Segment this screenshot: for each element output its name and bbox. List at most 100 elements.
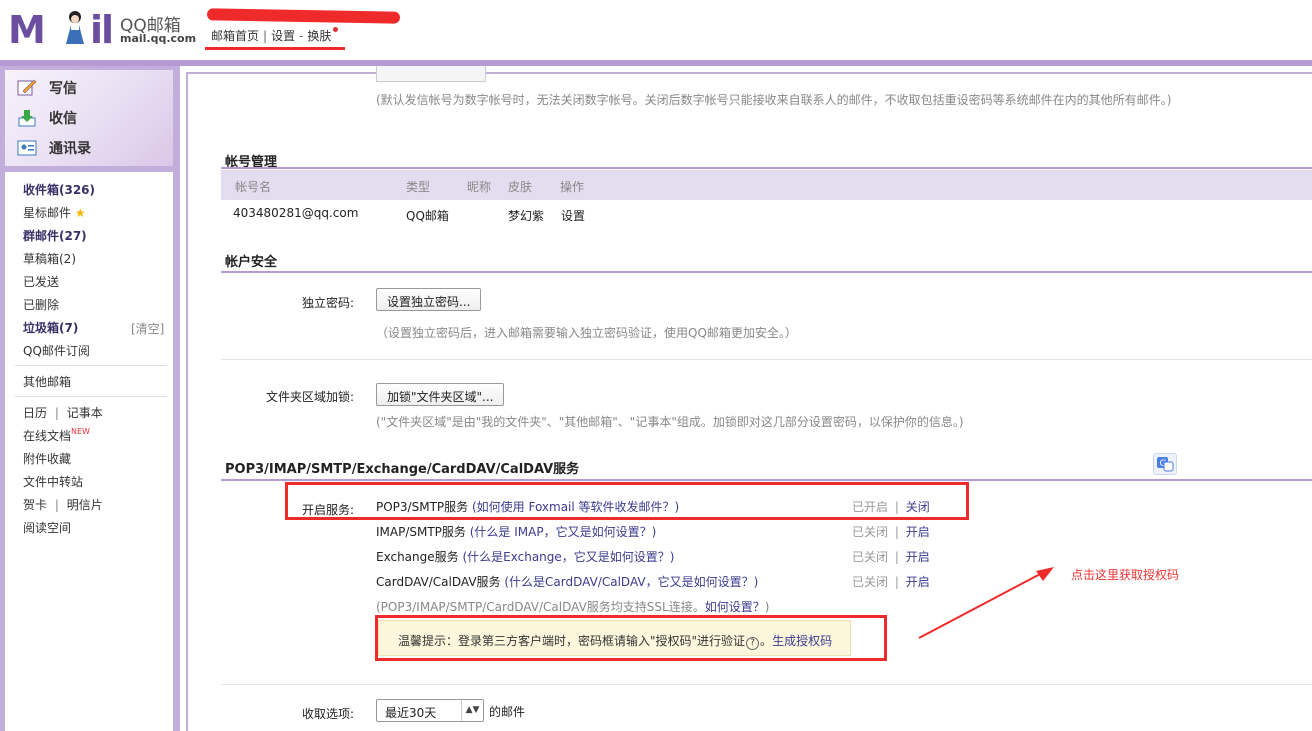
- services-section-title: POP3/IMAP/SMTP/Exchange/CardDAV/CalDAV服务: [225, 462, 580, 477]
- contacts-button[interactable]: 通讯录: [17, 138, 91, 162]
- state-text: 已关闭: [852, 575, 889, 589]
- service-name: IMAP/SMTP服务: [376, 525, 466, 539]
- top-links: 邮箱首页 | 设置 - 换肤: [211, 27, 339, 44]
- state-text: 已关闭: [852, 525, 889, 539]
- separator: |: [263, 29, 268, 43]
- receive-label: 收信: [49, 111, 77, 127]
- folder-lock-label: 文件夹区域加锁:: [265, 390, 354, 404]
- contacts-label: 通讯录: [49, 141, 91, 157]
- sidebar-item-reading[interactable]: 阅读空间: [23, 519, 71, 536]
- sidebar-item-calendar[interactable]: 日历: [23, 406, 47, 420]
- receive-button[interactable]: 收信: [17, 108, 77, 132]
- open-exchange-button[interactable]: 开启: [906, 550, 930, 564]
- service-carddav-caldav: CardDAV/CalDAV服务 (什么是CardDAV/CalDAV，它又是如…: [376, 573, 758, 590]
- logo-url: mail.qq.com: [120, 32, 197, 45]
- separator: -: [299, 29, 304, 43]
- logo-girl-icon: [66, 11, 84, 44]
- sidebar-item-label: 在线文档: [23, 429, 72, 443]
- service-help-link[interactable]: (什么是 IMAP，它又是如何设置？): [470, 525, 657, 539]
- state-text: 已关闭: [852, 550, 889, 564]
- notification-dot: [333, 27, 339, 32]
- sidebar-item-postcards[interactable]: 明信片: [67, 498, 103, 512]
- account-settings-link[interactable]: 设置: [561, 207, 585, 224]
- col-action: 操作: [560, 180, 585, 194]
- section-divider: [221, 479, 1312, 481]
- home-link[interactable]: 邮箱首页: [211, 29, 259, 43]
- password-label: 独立密码:: [301, 296, 354, 310]
- open-imap-button[interactable]: 开启: [906, 525, 930, 539]
- sidebar-item-notes[interactable]: 记事本: [67, 406, 103, 420]
- settings-link[interactable]: 设置: [271, 29, 295, 43]
- section-divider: [221, 167, 1312, 169]
- divider: [15, 396, 167, 397]
- header: M il QQ邮箱 mail.qq.com 邮箱首页 | 设置 - 换肤: [0, 0, 1312, 66]
- compose-label: 写信: [49, 81, 77, 97]
- ssl-help-link[interactable]: 如何设置？: [705, 600, 765, 614]
- sidebar-item-starred[interactable]: 星标邮件 ★: [23, 204, 86, 221]
- service-imap-smtp: IMAP/SMTP服务 (什么是 IMAP，它又是如何设置？): [376, 523, 656, 540]
- select-arrows-icon: ▲▼: [461, 700, 483, 721]
- service-name: Exchange服务: [376, 550, 459, 564]
- partial-button[interactable]: [376, 66, 486, 82]
- receive-range-select[interactable]: 最近30天 ▲▼: [376, 699, 484, 722]
- translate-icon[interactable]: G: [1153, 453, 1177, 475]
- sidebar: 写信 收信 通讯录 收件箱(326) 星标邮件 ★ 群邮件(27) 草稿箱(2)…: [0, 66, 180, 731]
- row-divider: [221, 684, 1312, 685]
- sidebar-item-label: 星标邮件: [23, 206, 72, 220]
- sidebar-item-inbox[interactable]: 收件箱(326): [23, 181, 95, 198]
- compose-icon: [17, 79, 37, 96]
- sidebar-item-greeting-cards[interactable]: 贺卡: [23, 498, 47, 512]
- password-note: （设置独立密码后，进入邮箱需要输入独立密码验证，使用QQ邮箱更加安全。）: [376, 326, 797, 340]
- sidebar-item-attachments[interactable]: 附件收藏: [23, 450, 71, 467]
- account-type: QQ邮箱: [406, 209, 449, 223]
- service-exchange: Exchange服务 (什么是Exchange，它又是如何设置？): [376, 548, 674, 565]
- separator: |: [894, 550, 899, 564]
- separator: |: [54, 406, 59, 420]
- sidebar-actions: 写信 收信 通讯录: [5, 70, 173, 166]
- folder-list: 收件箱(326) 星标邮件 ★ 群邮件(27) 草稿箱(2) 已发送 已删除 垃…: [5, 172, 173, 731]
- service-exchange-state: 已关闭 | 开启: [852, 548, 930, 565]
- star-icon: ★: [74, 206, 86, 220]
- sidebar-item-drafts[interactable]: 草稿箱(2): [23, 250, 76, 267]
- sidebar-item-file-transfer[interactable]: 文件中转站: [23, 473, 83, 490]
- receive-range-value: 最近30天: [385, 706, 437, 720]
- underline-mark: [205, 47, 345, 50]
- clear-spam-link[interactable]: [清空]: [131, 320, 164, 337]
- folder-lock-button[interactable]: 加锁"文件夹区域"...: [376, 383, 505, 406]
- sidebar-item-group[interactable]: 群邮件(27): [23, 227, 87, 244]
- separator: |: [54, 498, 59, 512]
- receive-label: 收取选项:: [301, 707, 354, 721]
- redaction-mark: [206, 8, 401, 24]
- divider: [15, 365, 167, 366]
- sidebar-item-other-mailboxes[interactable]: 其他邮箱: [23, 373, 71, 390]
- ssl-note-text: (POP3/IMAP/SMTP/CardDAV/CalDAV服务均支持SSL连接…: [376, 600, 705, 614]
- folder-lock-note: ("文件夹区域"是由"我的文件夹"、"其他邮箱"、"记事本"组成。加锁即对这几部…: [376, 415, 964, 429]
- highlight-box-pop3: [285, 482, 969, 520]
- service-help-link[interactable]: (什么是CardDAV/CalDAV，它又是如何设置？): [504, 575, 758, 589]
- separator: |: [894, 575, 899, 589]
- service-name: CardDAV/CalDAV服务: [376, 575, 501, 589]
- skin-link[interactable]: 换肤: [307, 29, 331, 43]
- annotation-hint: 点击这里获取授权码: [1071, 568, 1180, 582]
- set-password-button[interactable]: 设置独立密码...: [376, 288, 482, 311]
- sidebar-item-deleted[interactable]: 已删除: [23, 296, 59, 313]
- col-nickname: 昵称: [467, 180, 492, 194]
- service-help-link[interactable]: (什么是Exchange，它又是如何设置？): [462, 550, 674, 564]
- sidebar-item-spam[interactable]: 垃圾箱(7): [23, 319, 78, 336]
- qq-mail-logo[interactable]: M il QQ邮箱 mail.qq.com: [8, 8, 198, 52]
- col-account-name: 帐号名: [235, 180, 272, 194]
- logo-letters-il: il: [90, 8, 114, 52]
- compose-button[interactable]: 写信: [17, 78, 77, 102]
- new-badge: NEW: [71, 427, 90, 436]
- col-skin: 皮肤: [508, 180, 533, 194]
- sidebar-item-subscriptions[interactable]: QQ邮件订阅: [23, 342, 90, 359]
- sidebar-item-docs[interactable]: 在线文档NEW: [23, 427, 90, 444]
- digit-account-note: (默认发信帐号为数字帐号时，无法关闭数字帐号。关闭后数字帐号只能接收来自联系人的…: [376, 93, 1172, 107]
- col-type: 类型: [406, 180, 431, 194]
- ssl-note-close: ): [764, 600, 770, 614]
- sidebar-item-sent[interactable]: 已发送: [23, 273, 59, 290]
- contacts-icon: [17, 140, 37, 156]
- row-divider: [221, 359, 1312, 360]
- account-skin: 梦幻紫: [508, 209, 545, 223]
- annotation-arrow-icon: [918, 567, 1054, 639]
